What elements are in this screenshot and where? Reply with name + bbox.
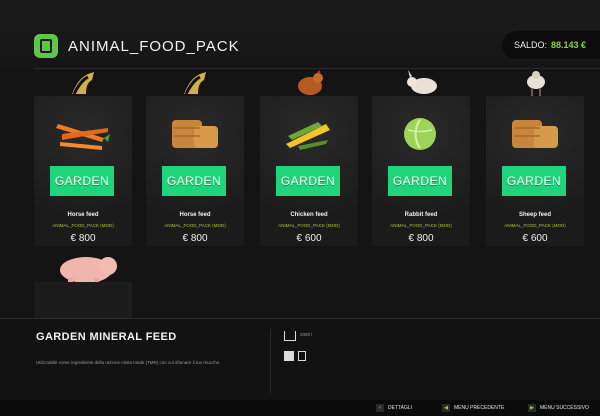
product-card-sheep-feed[interactable]: GARDEN Sheep feed ANIMAL_FOOD_PACK (MOD)… — [486, 71, 584, 246]
details-label: DETTAGLI — [388, 405, 413, 411]
product-pack: ANIMAL_FOOD_PACK (MOD) — [278, 223, 340, 228]
balance-badge: SALDO: 88.143 € — [502, 31, 600, 59]
check-icon: ✓ — [376, 404, 384, 412]
product-card-horse-feed-hay[interactable]: GARDEN Horse feed ANIMAL_FOOD_PACK (MOD)… — [146, 72, 244, 246]
brand-logo: GARDEN — [162, 166, 226, 196]
product-pack: ANIMAL_FOOD_PACK (MOD) — [390, 223, 452, 228]
horse-icon — [184, 72, 206, 95]
product-price: € 800 — [182, 233, 208, 244]
previous-menu-label: MENU PRECEDENTE — [454, 405, 505, 411]
product-card-chicken-feed[interactable]: GARDEN Chicken feed ANIMAL_FOOD_PACK (MO… — [260, 70, 358, 246]
product-name: Sheep feed — [518, 212, 551, 218]
details-divider — [270, 329, 271, 393]
sheep-icon — [527, 71, 545, 96]
brand-logo: GARDEN — [502, 166, 566, 196]
product-card-partial[interactable] — [34, 282, 132, 318]
product-name: Chicken feed — [290, 212, 328, 218]
next-menu-button[interactable]: ▶ MENU SUCCESSIVO — [528, 404, 589, 412]
hay-bale-icon — [512, 120, 558, 148]
chicken-icon — [298, 70, 323, 95]
feed-type-icon — [284, 351, 294, 361]
brand-logo: GARDEN — [276, 166, 340, 196]
product-price: € 600 — [296, 233, 322, 244]
product-pack: ANIMAL_FOOD_PACK (MOD) — [504, 223, 566, 228]
capacity-value: 2000 l — [300, 332, 313, 337]
details-button[interactable]: ✓ DETTAGLI — [376, 404, 412, 412]
footer-bar: ✓ DETTAGLI ◀ MENU PRECEDENTE ▶ MENU SUCCESS… — [0, 400, 600, 416]
storage-icon — [298, 351, 306, 361]
product-pack: ANIMAL_FOOD_PACK (MOD) — [52, 223, 114, 228]
previous-menu-button[interactable]: ◀ MENU PRECEDENTE — [442, 404, 504, 412]
product-name: Horse feed — [179, 212, 211, 218]
details-title: GARDEN MINERAL FEED — [36, 331, 177, 343]
page-title: ANIMAL_FOOD_PACK — [68, 38, 240, 55]
product-name: Rabbit feed — [404, 212, 438, 218]
corn-icon — [286, 122, 330, 150]
chevron-right-icon: ▶ — [528, 404, 536, 412]
product-price: € 800 — [408, 233, 434, 244]
rabbit-icon — [407, 70, 437, 94]
cabbage-icon — [404, 118, 436, 150]
horse-icon — [72, 72, 94, 95]
hay-bale-icon — [172, 120, 218, 148]
next-menu-label: MENU SUCCESSIVO — [540, 405, 589, 411]
product-price: € 600 — [522, 233, 548, 244]
header-divider — [34, 68, 600, 69]
product-price: € 800 — [70, 233, 96, 244]
shop-logo-icon — [34, 34, 58, 58]
capacity-icon — [284, 331, 296, 341]
product-name: Horse feed — [67, 212, 99, 218]
carrots-icon — [56, 124, 110, 150]
top-bar: ANIMAL_FOOD_PACK SALDO: 88.143 € — [0, 0, 600, 68]
balance-label: SALDO: — [514, 40, 548, 50]
balance-value: 88.143 € — [551, 40, 587, 50]
chevron-left-icon: ◀ — [442, 404, 450, 412]
brand-logo: GARDEN — [50, 166, 114, 196]
product-pack: ANIMAL_FOOD_PACK (MOD) — [164, 223, 226, 228]
details-description: Utilizzabile come ingrediente della razi… — [36, 360, 221, 365]
details-panel: GARDEN MINERAL FEED Utilizzabile come in… — [0, 318, 600, 401]
product-card-horse-feed-carrots[interactable]: GARDEN Horse feed ANIMAL_FOOD_PACK (MOD)… — [34, 72, 132, 246]
product-card-rabbit-feed[interactable]: GARDEN Rabbit feed ANIMAL_FOOD_PACK (MOD… — [372, 70, 470, 246]
brand-logo: GARDEN — [388, 166, 452, 196]
